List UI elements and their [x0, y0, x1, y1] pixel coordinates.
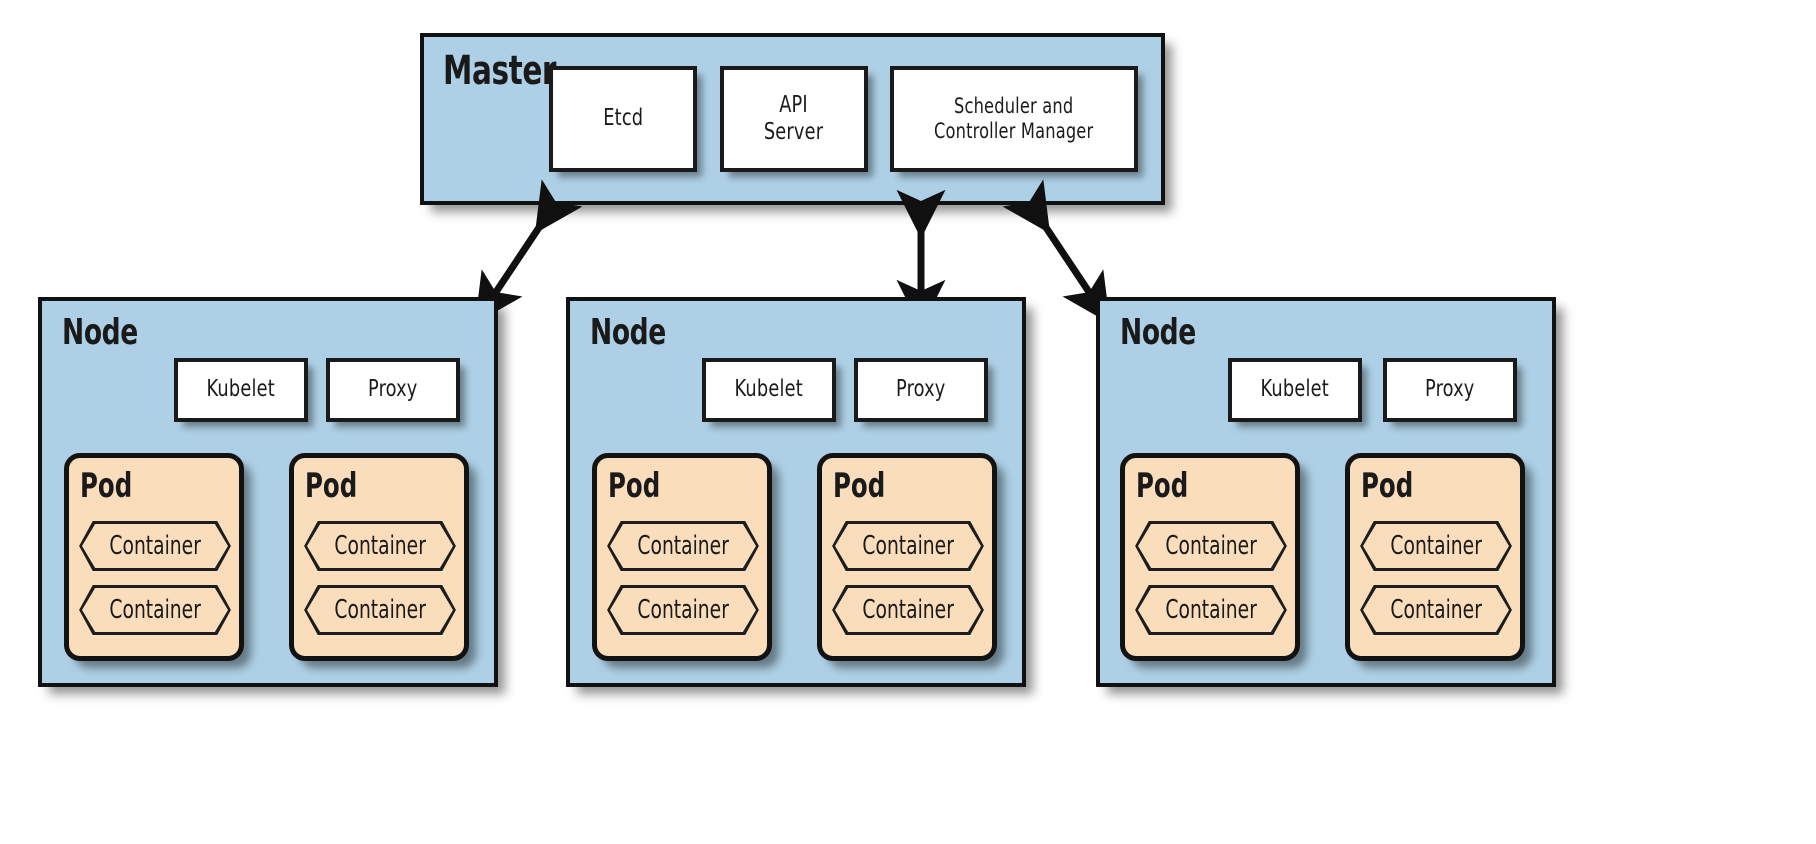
node-1-pod-1-container-1-label: Container: [109, 531, 201, 561]
node-1-pod-1-container-2: Container: [79, 585, 231, 635]
node-1-pod-2-container-1-label: Container: [334, 531, 426, 561]
node-3-pod-1-container-1-label: Container: [1165, 531, 1257, 561]
node-2-pod-2-container-2-label: Container: [862, 595, 954, 625]
node-3-pod-2-title: Pod: [1361, 466, 1414, 506]
node-1-agent-proxy: Proxy: [326, 358, 460, 422]
node-2-agent-kubelet: Kubelet: [702, 358, 836, 422]
node-title-3: Node: [1120, 312, 1196, 353]
node-2-pod-1-title: Pod: [608, 466, 661, 506]
node-2-pod-1-container-1: Container: [607, 521, 759, 571]
node-2-pod-2-container-1: Container: [832, 521, 984, 571]
node-3-agent-proxy: Proxy: [1383, 358, 1517, 422]
node-1-pod-2-container-2: Container: [304, 585, 456, 635]
node-2-pod-2-title: Pod: [833, 466, 886, 506]
node-1-agent-proxy-label: Proxy: [368, 376, 418, 403]
node-title-2: Node: [590, 312, 666, 353]
node-1-pod-1-container-1: Container: [79, 521, 231, 571]
node-2-pod-1-container-1-label: Container: [637, 531, 729, 561]
node-1-agent-kubelet: Kubelet: [174, 358, 308, 422]
master-component-etcd: Etcd: [549, 66, 697, 172]
master-component-scheduler-controller-manager-label: Scheduler and Controller Manager: [934, 94, 1094, 143]
node-3-pod-1-container-1: Container: [1135, 521, 1287, 571]
node-2-pod-1-container-2-label: Container: [637, 595, 729, 625]
node-1-pod-1-title: Pod: [80, 466, 133, 506]
master-component-api-server: API Server: [720, 66, 868, 172]
node-1-pod-2-container-1: Container: [304, 521, 456, 571]
node-3-pod-2-container-1: Container: [1360, 521, 1512, 571]
node-3-pod-1-title: Pod: [1136, 466, 1189, 506]
node-2-pod-1-container-2: Container: [607, 585, 759, 635]
node-1-pod-2-container-2-label: Container: [334, 595, 426, 625]
node-3-pod-2-container-2: Container: [1360, 585, 1512, 635]
master-component-api-server-label: API Server: [764, 91, 824, 145]
node-1-pod-2-title: Pod: [305, 466, 358, 506]
node-3-agent-kubelet-label: Kubelet: [1260, 376, 1330, 403]
node-1-agent-kubelet-label: Kubelet: [206, 376, 276, 403]
master-component-etcd-label: Etcd: [603, 105, 643, 132]
master-title: Master: [443, 48, 557, 94]
node-2-pod-2-container-1-label: Container: [862, 531, 954, 561]
node-2-pod-2-container-2: Container: [832, 585, 984, 635]
master-component-scheduler-controller-manager: Scheduler and Controller Manager: [890, 66, 1138, 172]
kubernetes-architecture-diagram: Master Etcd API Server Scheduler and Con…: [0, 0, 1816, 844]
node-2-agent-proxy-label: Proxy: [896, 376, 946, 403]
node-1-pod-1-container-2-label: Container: [109, 595, 201, 625]
node-title-1: Node: [62, 312, 138, 353]
node-2-agent-kubelet-label: Kubelet: [734, 376, 804, 403]
node-2-agent-proxy: Proxy: [854, 358, 988, 422]
node-3-pod-2-container-1-label: Container: [1390, 531, 1482, 561]
node-3-agent-proxy-label: Proxy: [1425, 376, 1475, 403]
node-3-pod-2-container-2-label: Container: [1390, 595, 1482, 625]
node-3-pod-1-container-2: Container: [1135, 585, 1287, 635]
node-3-pod-1-container-2-label: Container: [1165, 595, 1257, 625]
node-3-agent-kubelet: Kubelet: [1228, 358, 1362, 422]
